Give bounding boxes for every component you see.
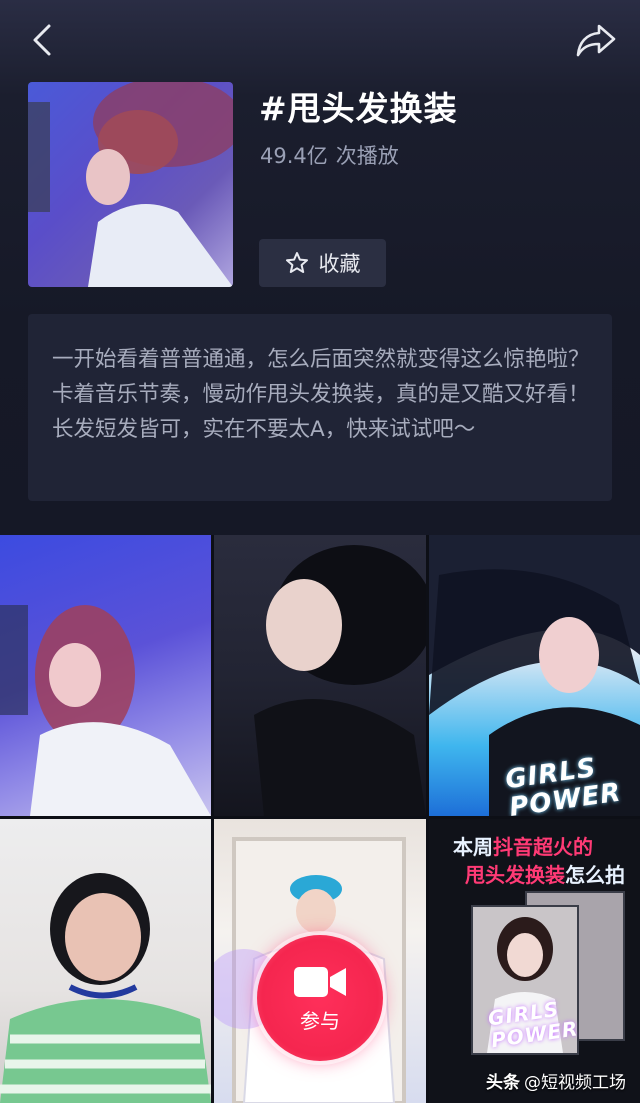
tutorial-promo-thumbnail[interactable]: 本周抖音超火的 甩头发换装怎么拍 GIRLS POWER (429, 819, 640, 1103)
watermark: 头条 @短视频工场 (486, 1068, 626, 1093)
favorite-label: 收藏 (318, 252, 361, 276)
share-button[interactable] (574, 18, 618, 62)
join-button[interactable]: 参与 (257, 935, 383, 1061)
join-label: 参与 (300, 1008, 340, 1033)
video-thumbnail[interactable]: GIRLS POWER (429, 535, 640, 816)
star-icon (285, 252, 308, 273)
video-camera-icon (294, 966, 346, 997)
video-thumbnail[interactable] (0, 819, 211, 1103)
play-count: 49.4亿 次播放 (260, 140, 407, 170)
favorite-button[interactable]: 收藏 (259, 239, 386, 287)
play-count-value: 49.4亿 (260, 144, 328, 168)
back-icon (33, 24, 51, 56)
watermark-account: @短视频工场 (524, 1073, 626, 1093)
topic-cover-image (28, 82, 233, 287)
description-panel: 一开始看着普普通通，怎么后面突然就变得这么惊艳啦？卡着音乐节奏，慢动作甩头发换装… (28, 314, 612, 501)
watermark-brand: 头条 (486, 1073, 520, 1093)
video-thumbnail[interactable] (214, 535, 426, 816)
promo-title-line1: 本周抖音超火的 (453, 835, 593, 859)
description-text: 一开始看着普普通通，怎么后面突然就变得这么惊艳啦？卡着音乐节奏，慢动作甩头发换装… (52, 347, 590, 442)
promo-title-line2: 甩头发换装怎么拍 (465, 863, 625, 887)
back-button[interactable] (22, 20, 62, 60)
share-icon (576, 24, 616, 57)
video-thumbnail[interactable] (0, 535, 211, 816)
play-count-suffix: 次播放 (335, 144, 399, 168)
topic-title: #甩头发换装 (259, 89, 458, 128)
